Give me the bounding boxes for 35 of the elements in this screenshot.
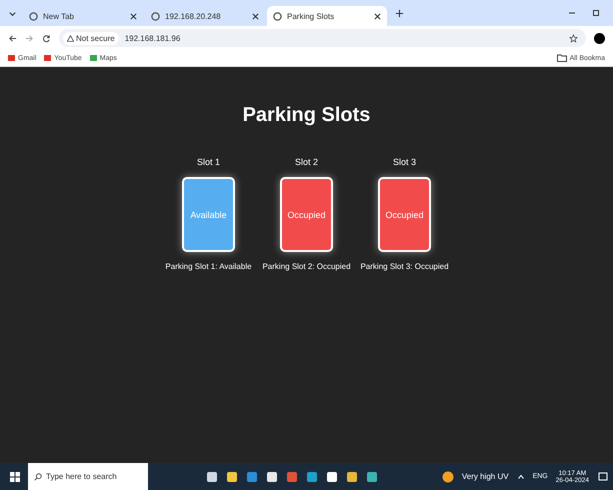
slot-caption: Parking Slot 3: Occupied [360,262,449,271]
search-icon [34,472,42,480]
slot-card: Available [182,177,235,252]
close-icon[interactable] [374,12,381,20]
sun-icon[interactable] [442,470,454,482]
slot-card: Occupied [378,177,431,252]
restore-icon[interactable] [591,8,601,18]
slot-caption: Parking Slot 1: Available [165,262,252,271]
globe-icon [151,12,160,20]
security-warning[interactable]: Not secure [63,32,119,44]
new-tab-icon[interactable] [395,8,404,18]
windows-start-icon[interactable] [10,472,20,482]
weather-text[interactable]: Very high UV [462,472,509,481]
back-icon[interactable] [8,34,17,42]
tray-chevron-icon[interactable] [516,472,525,480]
close-icon[interactable] [130,12,137,20]
slot-card: Occupied [280,177,333,252]
slot-label: Slot 1 [196,157,220,167]
address-field[interactable]: Not secure 192.168.181.96 [59,29,586,47]
taskbar-search-field[interactable]: Type here to search [28,463,148,490]
reload-icon[interactable] [42,34,51,42]
page-title: Parking Slots [242,104,370,127]
globe-icon [29,12,38,20]
browser-tab[interactable]: Parking Slots [267,6,387,26]
profile-icon[interactable] [594,32,605,44]
browser-tab[interactable]: New Tab [23,6,143,26]
close-icon[interactable] [252,12,259,20]
notification-icon[interactable] [597,470,609,482]
slot-label: Slot 3 [392,157,416,167]
star-icon[interactable] [569,34,578,42]
browser-tab[interactable]: 192.168.20.248 [145,6,265,26]
globe-icon [273,12,282,20]
warning-icon [67,34,74,42]
slot-caption: Parking Slot 2: Occupied [262,262,351,271]
slot-label: Slot 2 [294,157,318,167]
